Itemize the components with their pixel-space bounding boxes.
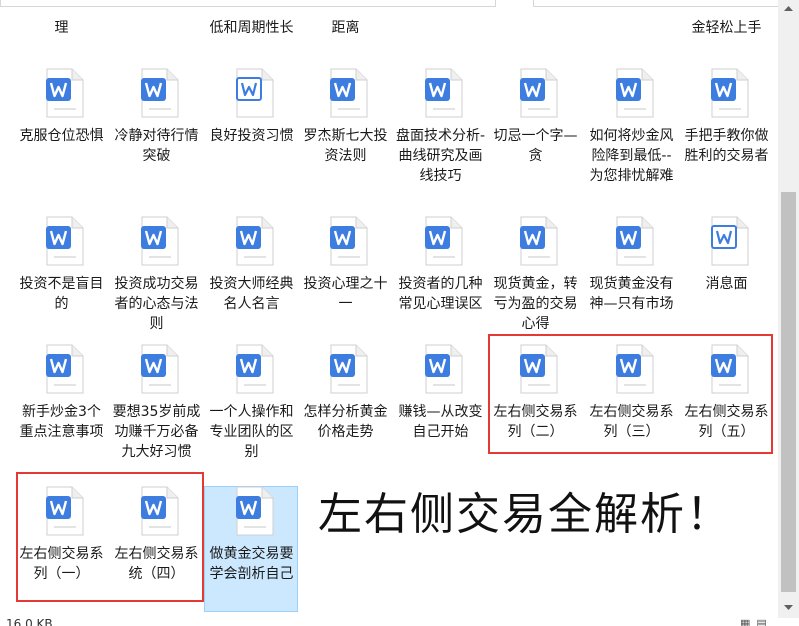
file-item[interactable]: 一个人操作和专业团队的区别 — [206, 344, 297, 484]
file-name-label: 现货黄金，转亏为盈的交易心得 — [493, 276, 578, 332]
file-item[interactable]: 冷静对待行情突破 — [111, 68, 202, 208]
file-name-label: 现货黄金没有神—只有市场 — [589, 276, 674, 312]
vertical-scrollbar[interactable] — [778, 0, 799, 618]
word-doc-icon — [45, 344, 85, 394]
file-name-label: 投资不是盲目的 — [19, 276, 104, 312]
word-doc-icon — [235, 216, 275, 266]
file-name-label: 手把手教你做胜利的交易者 — [684, 128, 769, 164]
file-name-label: 投资心理之十一 — [303, 276, 388, 312]
word-doc-icon — [424, 216, 464, 266]
file-name-label: 一个人操作和专业团队的区别 — [209, 404, 294, 460]
word-doc-icon — [140, 68, 180, 118]
file-label-partial[interactable]: 理 — [16, 18, 107, 38]
view-toggle-icons[interactable]: ▦▤ — [740, 618, 773, 626]
status-bar: 16.0 KB ▦▤ — [0, 618, 799, 626]
file-item[interactable]: 投资成功交易者的心态与法则 — [111, 216, 202, 356]
file-item[interactable]: 新手炒金3个重点注意事项 — [16, 344, 107, 484]
file-name-label: 消息面 — [705, 276, 748, 292]
word-doc-icon — [519, 68, 559, 118]
word-doc-icon — [424, 68, 464, 118]
file-name-label: 投资大师经典名人名言 — [209, 276, 294, 312]
file-item[interactable]: 投资大师经典名人名言 — [206, 216, 297, 356]
word-doc-icon — [329, 344, 369, 394]
file-name-label: 投资成功交易者的心态与法则 — [114, 276, 199, 332]
file-name-label: 要想35岁前成功赚千万必备九大好习惯 — [112, 404, 201, 460]
word-doc-icon — [519, 216, 559, 266]
file-name-label: 良好投资习惯 — [209, 128, 294, 144]
file-name-label: 如何将炒金风险降到最低--为您排忧解难 — [589, 128, 674, 184]
file-item[interactable]: 赚钱—从改变自己开始 — [395, 344, 486, 484]
file-item[interactable]: 良好投资习惯 — [206, 68, 297, 208]
file-item[interactable]: 做黄金交易要学会剖析自己 — [206, 486, 297, 626]
word-doc-icon — [140, 344, 180, 394]
status-size: 16.0 KB — [6, 618, 53, 626]
file-item[interactable]: 怎样分析黄金价格走势 — [300, 344, 391, 484]
file-label-partial[interactable]: 金轻松上手 — [681, 18, 772, 38]
file-name-label: 冷静对待行情突破 — [114, 128, 199, 164]
file-name-label: 新手炒金3个重点注意事项 — [19, 404, 104, 440]
file-name-label: 怎样分析黄金价格走势 — [303, 404, 388, 440]
scroll-thumb[interactable] — [781, 192, 796, 592]
word-doc-icon — [235, 344, 275, 394]
file-name-label: 克服仓位恐惧 — [19, 128, 104, 144]
file-item[interactable]: 手把手教你做胜利的交易者 — [681, 68, 772, 208]
word-doc-icon — [45, 68, 85, 118]
word-doc-icon — [710, 68, 750, 118]
scroll-up-arrow-icon[interactable] — [778, 0, 799, 17]
highlight-box-bottom — [16, 472, 204, 602]
file-item[interactable]: 罗杰斯七大投资法则 — [300, 68, 391, 208]
overlay-title: 左右侧交易全解析！ — [318, 489, 732, 540]
file-name-label: 做黄金交易要学会剖析自己 — [209, 546, 294, 582]
file-name-label: 罗杰斯七大投资法则 — [303, 128, 388, 164]
file-item[interactable]: 投资者的几种常见心理误区 — [395, 216, 486, 356]
file-item[interactable]: 投资不是盲目的 — [16, 216, 107, 356]
file-label-partial[interactable]: 距离 — [300, 18, 391, 38]
word-doc-icon — [615, 216, 655, 266]
word-doc-icon — [329, 216, 369, 266]
word-doc-icon — [45, 216, 85, 266]
word-doc-icon — [235, 486, 275, 536]
word-doc-outline-icon — [710, 216, 750, 266]
file-item[interactable]: 要想35岁前成功赚千万必备九大好习惯 — [111, 344, 202, 484]
word-doc-icon — [615, 68, 655, 118]
file-item[interactable]: 切忌一个字—贪 — [490, 68, 581, 208]
word-doc-icon — [424, 344, 464, 394]
word-doc-outline-icon — [235, 68, 275, 118]
file-name-label: 切忌一个字—贪 — [493, 128, 578, 164]
file-item[interactable]: 如何将炒金风险降到最低--为您排忧解难 — [586, 68, 677, 208]
file-label-partial[interactable]: 低和周期性长 — [206, 18, 297, 38]
word-doc-icon — [329, 68, 369, 118]
file-name-label: 盘面技术分析-曲线研究及画线技巧 — [395, 128, 486, 184]
file-item[interactable]: 克服仓位恐惧 — [16, 68, 107, 208]
highlight-box-top — [488, 334, 773, 454]
word-doc-icon — [140, 216, 180, 266]
file-name-label: 赚钱—从改变自己开始 — [398, 404, 483, 440]
file-item[interactable]: 投资心理之十一 — [300, 216, 391, 356]
file-item[interactable]: 盘面技术分析-曲线研究及画线技巧 — [395, 68, 486, 208]
scroll-down-arrow-icon[interactable] — [778, 598, 799, 618]
file-name-label: 投资者的几种常见心理误区 — [398, 276, 483, 312]
